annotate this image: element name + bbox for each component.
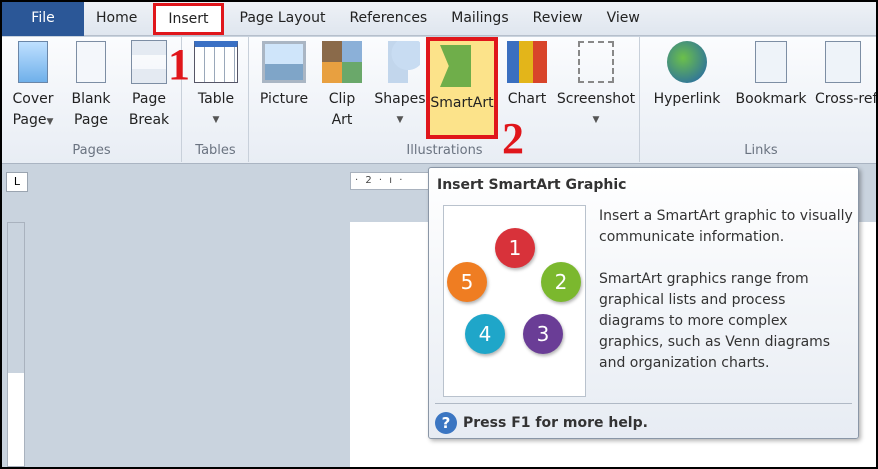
shapes-button[interactable]: Shapes ▼ — [372, 41, 428, 131]
cross-reference-icon — [825, 41, 861, 83]
smartart-preview-image: 1 2 3 4 5 — [443, 205, 586, 397]
help-icon: ? — [435, 412, 457, 434]
diagram-node: 3 — [523, 314, 563, 354]
ribbon-tabs: File Home Insert Page Layout References … — [2, 2, 876, 36]
label: Break — [128, 112, 170, 128]
tooltip-title: Insert SmartArt Graphic — [437, 177, 627, 193]
step-number-2: 2 — [502, 114, 524, 163]
group-label-pages: Pages — [72, 143, 111, 158]
word-window: File Home Insert Page Layout References … — [2, 2, 876, 467]
hyperlink-icon — [667, 41, 707, 83]
label: Page — [132, 91, 166, 107]
label: Page — [74, 112, 108, 128]
label: Bookmark — [735, 91, 807, 107]
tab-references[interactable]: References — [337, 2, 439, 36]
chart-button[interactable]: Chart — [502, 41, 552, 110]
tooltip-paragraph: SmartArt graphics range from graphical l… — [599, 271, 831, 371]
diagram-node: 2 — [541, 262, 581, 302]
dropdown-arrow-icon: ▼ — [592, 115, 600, 125]
label: SmartArt — [430, 95, 494, 111]
group-illustrations: Picture Clip Art Shapes ▼ SmartArt Chart S… — [250, 37, 640, 162]
diagram-node: 1 — [495, 228, 535, 268]
clip-art-button[interactable]: Clip Art — [320, 41, 364, 131]
clip-art-icon — [322, 41, 362, 83]
screenshot-icon — [578, 41, 614, 83]
table-icon — [194, 41, 238, 83]
group-label-links: Links — [744, 143, 778, 158]
bookmark-icon — [755, 41, 787, 83]
tab-file[interactable]: File — [2, 2, 84, 36]
horizontal-ruler[interactable]: · 2 · ı · — [350, 172, 430, 190]
page-break-icon — [131, 40, 167, 84]
cover-page-button[interactable]: Cover Page▼ — [8, 41, 58, 133]
tab-review[interactable]: Review — [521, 2, 595, 36]
label: Screenshot — [556, 91, 636, 107]
label: Art — [331, 112, 353, 128]
shapes-icon — [380, 41, 420, 83]
dropdown-arrow-icon: ▼ — [212, 115, 220, 125]
group-label-tables: Tables — [195, 143, 236, 158]
blank-page-icon — [76, 41, 106, 83]
tooltip-paragraph: Insert a SmartArt graphic to visually co… — [599, 208, 853, 245]
tab-mailings[interactable]: Mailings — [439, 2, 520, 36]
dropdown-arrow-icon: ▼ — [46, 117, 54, 127]
label: Picture — [259, 91, 309, 107]
ribbon: Cover Page▼ Blank Page Page Break Pages 1 T… — [2, 37, 876, 164]
diagram-node: 5 — [447, 262, 487, 302]
tab-insert[interactable]: Insert — [153, 2, 224, 35]
bookmark-button[interactable]: Bookmark — [731, 41, 811, 110]
dropdown-arrow-icon: ▼ — [396, 115, 404, 125]
tooltip-description: Insert a SmartArt graphic to visually co… — [599, 206, 854, 374]
tab-selector[interactable]: L — [6, 172, 28, 192]
group-pages: Cover Page▼ Blank Page Page Break Pages — [2, 37, 182, 162]
hyperlink-button[interactable]: Hyperlink — [647, 41, 727, 110]
chart-icon — [507, 41, 547, 83]
group-tables: Table ▼ Tables — [183, 37, 249, 162]
vertical-ruler[interactable] — [7, 222, 25, 467]
divider — [435, 403, 852, 404]
group-links: Hyperlink Bookmark Cross-refere Links — [641, 37, 876, 162]
label: Shapes — [374, 91, 426, 107]
label: Hyperlink — [653, 91, 721, 107]
diagram-node: 4 — [465, 314, 505, 354]
cover-page-icon — [18, 41, 48, 83]
blank-page-button[interactable]: Blank Page — [66, 41, 116, 131]
picture-icon — [262, 41, 306, 83]
screenshot-button[interactable]: Screenshot ▼ — [556, 41, 636, 131]
label: Clip — [328, 91, 356, 107]
label: Cross-refere — [815, 91, 876, 107]
smartart-tooltip: Insert SmartArt Graphic 1 2 3 4 5 Insert… — [428, 167, 859, 439]
label: Blank — [71, 91, 111, 107]
tab-view[interactable]: View — [595, 2, 652, 36]
smartart-button[interactable]: SmartArt — [426, 37, 498, 139]
smartart-icon — [440, 45, 484, 87]
label: Cover — [12, 91, 54, 107]
tab-home[interactable]: Home — [84, 2, 149, 36]
group-label-illustrations: Illustrations — [406, 143, 483, 158]
table-button[interactable]: Table ▼ — [189, 41, 243, 131]
tab-page-layout[interactable]: Page Layout — [228, 2, 338, 36]
label: Table — [197, 91, 235, 107]
tooltip-help: ? Press F1 for more help. — [435, 412, 648, 434]
help-text: Press F1 for more help. — [463, 415, 648, 431]
cross-reference-button[interactable]: Cross-refere — [815, 41, 876, 110]
label: Chart — [507, 91, 547, 107]
picture-button[interactable]: Picture — [256, 41, 312, 110]
label: Page — [12, 112, 47, 128]
